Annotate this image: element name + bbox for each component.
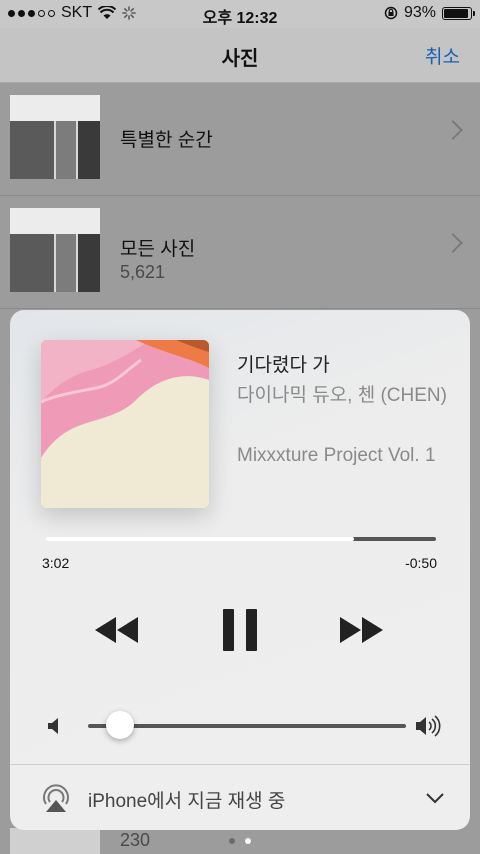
page-indicator [0, 838, 480, 844]
elapsed-time: 3:02 [42, 555, 70, 571]
airplay-output-label: iPhone에서 지금 재생 중 [88, 791, 286, 812]
album-title: 모든 사진 [120, 239, 196, 260]
playback-scrubber[interactable] [45, 537, 436, 541]
song-title: 기다렸다 가 [237, 355, 330, 376]
chevron-right-icon [443, 120, 463, 140]
now-playing-card: 기다렸다 가 다이나믹 듀오, 첸 (CHEN) Mixxxture Proje… [10, 310, 470, 830]
rotation-lock-icon [384, 6, 398, 20]
album-row-special-moments[interactable]: 특별한 순간 [0, 83, 480, 196]
battery-percent: 93% [403, 4, 436, 21]
airplay-icon [43, 784, 69, 812]
album-row-all-photos[interactable]: 모든 사진 5,621 [0, 196, 480, 309]
chevron-right-icon [443, 233, 463, 253]
fast-forward-icon [340, 617, 383, 643]
status-bar: SKT 오후 12:32 93% [0, 0, 480, 28]
page-dot [229, 838, 235, 844]
chevron-down-icon[interactable] [426, 792, 444, 804]
battery-icon [442, 6, 475, 20]
volume-slider[interactable] [88, 724, 406, 728]
pause-icon [223, 609, 257, 651]
page-dot-current [245, 838, 251, 844]
status-right: 93% [384, 4, 475, 22]
navigation-bar: 사진 취소 [0, 28, 480, 83]
cancel-button[interactable]: 취소 [425, 42, 460, 69]
page-title: 사진 [221, 48, 259, 70]
rewind-icon [95, 617, 138, 643]
pause-button[interactable] [216, 606, 264, 654]
album-thumbnail [10, 208, 100, 292]
song-artist: 다이나믹 듀오, 첸 (CHEN) [237, 385, 447, 406]
battery-level [444, 8, 469, 18]
album-count: 5,621 [120, 262, 166, 282]
volume-min-icon [48, 718, 58, 734]
fast-forward-button[interactable] [337, 606, 387, 654]
album-thumbnail [10, 95, 100, 179]
airplay-output-selector[interactable]: iPhone에서 지금 재생 중 [10, 765, 470, 830]
remaining-time: -0:50 [405, 555, 437, 571]
album-title: 특별한 순간 [120, 130, 213, 151]
playback-progress-fill [45, 537, 354, 541]
volume-slider-knob[interactable] [105, 711, 134, 739]
volume-max-icon [416, 715, 441, 737]
song-album: Mixxxture Project Vol. 1 [237, 445, 436, 466]
volume-control [48, 706, 442, 746]
rewind-button[interactable] [92, 606, 142, 654]
album-artwork [41, 340, 209, 508]
